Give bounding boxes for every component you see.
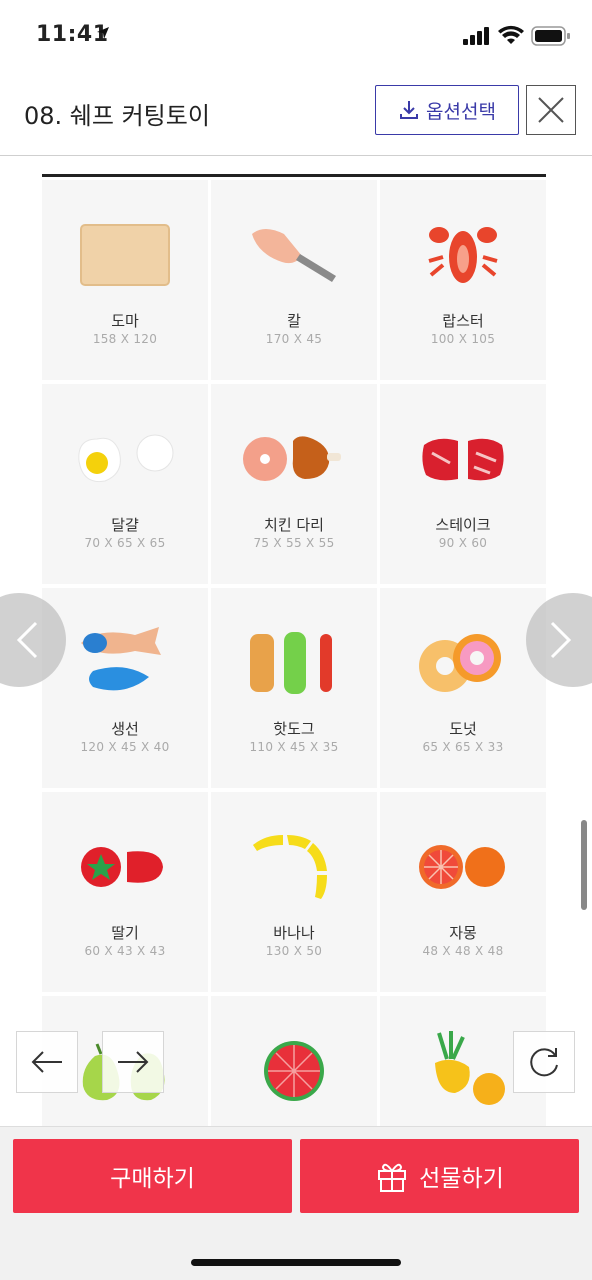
grid-item <box>211 996 377 1126</box>
item-name: 달걀 <box>111 516 139 534</box>
cutting-board-image <box>42 200 208 310</box>
item-name: 딸기 <box>111 924 139 942</box>
strawberry-image <box>42 812 208 922</box>
header: 08. 쉐프 커팅토이 옵션선택 <box>0 70 592 156</box>
grid-item: 핫도그 110 X 45 X 35 <box>211 588 377 788</box>
gift-button[interactable]: 선물하기 <box>300 1139 579 1213</box>
item-size: 130 X 50 <box>265 944 323 958</box>
item-size: 70 X 65 X 65 <box>84 536 166 550</box>
grid-item: 달걀 70 X 65 X 65 <box>42 384 208 584</box>
item-name: 치킨 다리 <box>264 516 324 534</box>
watermelon-image <box>211 1016 377 1126</box>
item-name: 생선 <box>111 720 139 738</box>
chevron-right-icon <box>550 621 572 659</box>
wifi-icon <box>498 25 524 44</box>
buy-button[interactable]: 구매하기 <box>13 1139 292 1213</box>
arrow-left-icon <box>31 1051 62 1073</box>
grid-item: 랍스터 100 X 105 <box>380 180 546 380</box>
item-size: 48 X 48 X 48 <box>422 944 504 958</box>
location-arrow-icon <box>97 27 109 39</box>
item-name: 바나나 <box>273 924 315 942</box>
knife-image <box>211 200 377 310</box>
grid-item: 치킨 다리 75 X 55 X 55 <box>211 384 377 584</box>
arrow-right-icon <box>118 1051 149 1073</box>
item-name: 스테이크 <box>435 516 491 534</box>
item-size: 90 X 60 <box>438 536 488 550</box>
chicken-leg-image <box>211 404 377 514</box>
grid-item: 바나나 130 X 50 <box>211 792 377 992</box>
item-name: 핫도그 <box>273 720 315 738</box>
item-size: 120 X 45 X 40 <box>80 740 170 754</box>
scrollbar[interactable] <box>581 820 587 910</box>
home-indicator[interactable] <box>191 1259 401 1266</box>
item-name: 자몽 <box>449 924 477 942</box>
chevron-left-icon <box>16 621 38 659</box>
buy-label: 구매하기 <box>110 1166 195 1192</box>
grid-item: 도마 158 X 120 <box>42 180 208 380</box>
banana-image <box>211 812 377 922</box>
item-size: 110 X 45 X 35 <box>249 740 339 754</box>
item-name: 도넛 <box>449 720 477 738</box>
item-size: 60 X 43 X 43 <box>84 944 166 958</box>
back-button[interactable] <box>16 1031 78 1093</box>
download-icon <box>400 101 419 119</box>
item-name: 도마 <box>111 312 139 330</box>
item-size: 65 X 65 X 33 <box>422 740 504 754</box>
cellular-signal-icon <box>463 27 489 45</box>
egg-image <box>42 404 208 514</box>
status-bar: 11:41 <box>0 0 592 70</box>
gift-label: 선물하기 <box>419 1166 504 1192</box>
grid-item: 생선 120 X 45 X 40 <box>42 588 208 788</box>
steak-image <box>380 404 546 514</box>
divider <box>42 174 546 177</box>
item-size: 158 X 120 <box>92 332 158 346</box>
grid-item: 도넛 65 X 65 X 33 <box>380 588 546 788</box>
item-name: 칼 <box>287 312 301 330</box>
grid-item: 딸기 60 X 43 X 43 <box>42 792 208 992</box>
refresh-button[interactable] <box>513 1031 575 1093</box>
option-select-label: 옵션선택 <box>426 100 496 123</box>
item-size: 75 X 55 X 55 <box>253 536 335 550</box>
item-size: 100 X 105 <box>430 332 496 346</box>
bottom-action-bar: 구매하기 선물하기 <box>0 1126 592 1280</box>
option-select-button[interactable]: 옵션선택 <box>375 85 519 135</box>
item-size: 170 X 45 <box>265 332 323 346</box>
forward-button[interactable] <box>102 1031 164 1093</box>
product-grid: 도마 158 X 120 칼 170 X 45 랍스터 100 X 105 달걀… <box>42 180 546 1126</box>
battery-icon <box>531 26 570 46</box>
item-name: 랍스터 <box>442 312 484 330</box>
grapefruit-image <box>380 812 546 922</box>
fish-image <box>42 608 208 718</box>
page-title: 08. 쉐프 커팅토이 <box>24 102 210 130</box>
lobster-image <box>380 200 546 310</box>
gift-icon <box>378 1163 407 1192</box>
product-detail-content: 도마 158 X 120 칼 170 X 45 랍스터 100 X 105 달걀… <box>0 156 592 1126</box>
grid-item: 자몽 48 X 48 X 48 <box>380 792 546 992</box>
donut-image <box>380 608 546 718</box>
close-icon <box>538 97 564 123</box>
grid-item: 스테이크 90 X 60 <box>380 384 546 584</box>
close-button[interactable] <box>526 85 576 135</box>
grid-item: 칼 170 X 45 <box>211 180 377 380</box>
refresh-icon <box>530 1048 558 1077</box>
hotdog-image <box>211 608 377 718</box>
